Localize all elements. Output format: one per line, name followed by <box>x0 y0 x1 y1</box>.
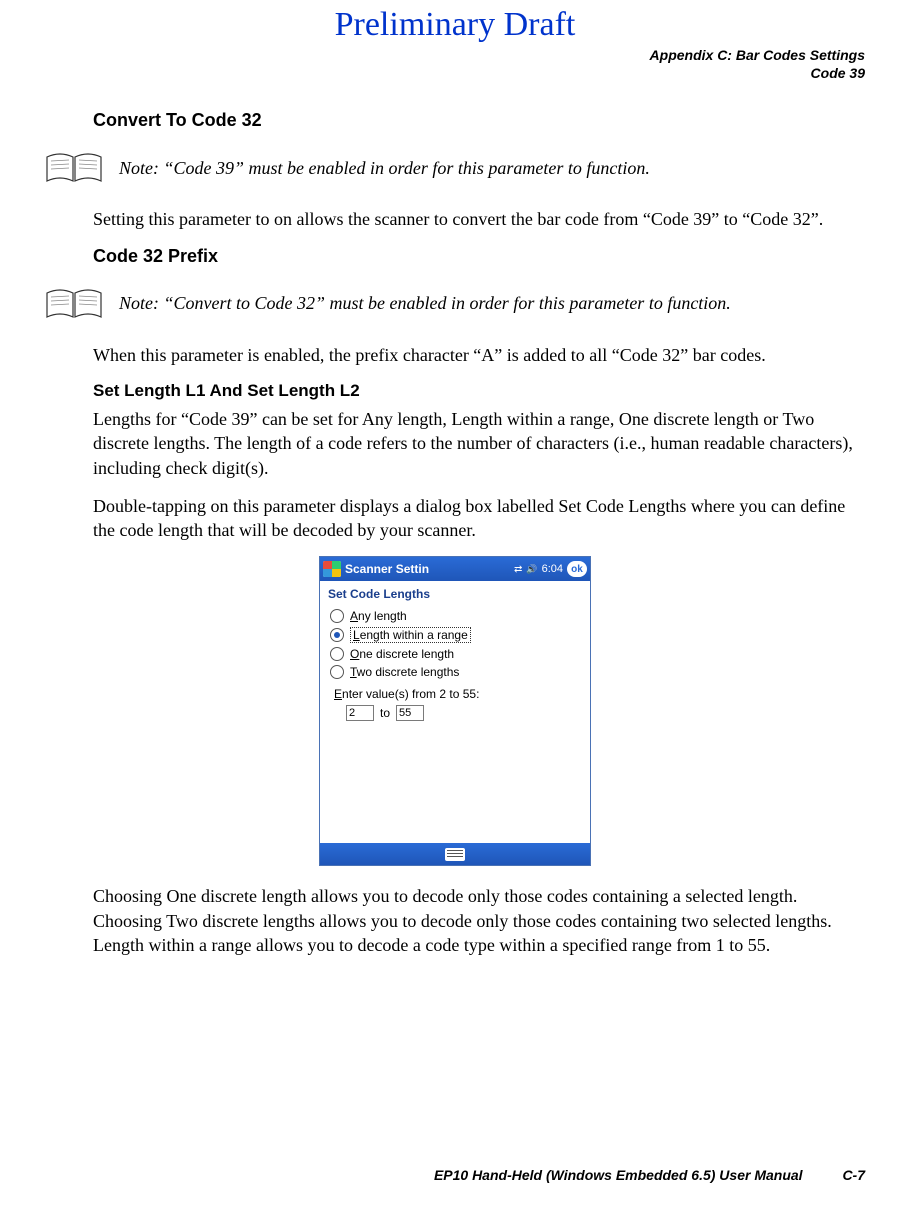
page-footer: EP10 Hand-Held (Windows Embedded 6.5) Us… <box>434 1167 865 1183</box>
radio-icon[interactable] <box>330 665 344 679</box>
ok-button[interactable]: ok <box>567 561 587 577</box>
from-value-input[interactable] <box>346 705 374 721</box>
dialog-body: Any length Length within a range One dis… <box>320 605 590 843</box>
section-prefix-title: Code 32 Prefix <box>93 246 865 267</box>
keyboard-icon[interactable] <box>445 848 465 861</box>
connectivity-icon[interactable] <box>514 563 522 575</box>
dialog-titlebar: Scanner Settin 6:04 ok <box>320 557 590 581</box>
radio-length-range-label: ength within a range <box>360 628 468 642</box>
mnemonic-one: O <box>350 647 359 661</box>
dialog-screenshot: Scanner Settin 6:04 ok Set Code Lengths … <box>45 556 865 866</box>
radio-icon[interactable] <box>330 647 344 661</box>
note-2-text: Note: “Convert to Code 32” must be enabl… <box>119 293 731 314</box>
enter-values-rest: nter value(s) from 2 to 55: <box>342 687 479 701</box>
watermark-text: Preliminary Draft <box>45 0 865 46</box>
dialog-window-title: Scanner Settin <box>345 562 510 576</box>
mnemonic-range: L <box>353 628 360 642</box>
footer-manual-title: EP10 Hand-Held (Windows Embedded 6.5) Us… <box>434 1167 803 1183</box>
range-inputs-row: to <box>330 703 580 727</box>
header-code: Code 39 <box>45 64 865 82</box>
note-row-1: Note: “Code 39” must be enabled in order… <box>45 149 865 187</box>
prefix-body: When this parameter is enabled, the pref… <box>93 343 865 367</box>
enter-values-label: Enter value(s) from 2 to 55: <box>330 681 580 703</box>
note-2-body: “Convert to Code 32” must be enabled in … <box>164 293 731 313</box>
note-1-prefix: Note: <box>119 158 164 178</box>
note-row-2: Note: “Convert to Code 32” must be enabl… <box>45 285 865 323</box>
radio-one-discrete-label: ne discrete length <box>359 647 454 661</box>
dialog-spacer <box>330 727 580 837</box>
footer-page-number: C-7 <box>842 1167 865 1183</box>
page-header: Appendix C: Bar Codes Settings Code 39 <box>45 46 865 82</box>
header-appendix: Appendix C: Bar Codes Settings <box>45 46 865 64</box>
convert-body: Setting this parameter to on allows the … <box>93 207 865 231</box>
radio-one-discrete[interactable]: One discrete length <box>330 645 580 663</box>
dialog-status-area: 6:04 ok <box>514 561 587 577</box>
dialog-time: 6:04 <box>542 563 563 575</box>
mnemonic-two: T <box>350 665 357 679</box>
to-label: to <box>380 706 390 720</box>
length-p3: Choosing One discrete length allows you … <box>93 884 865 957</box>
length-p1: Lengths for “Code 39” can be set for Any… <box>93 407 865 480</box>
section-length-title: Set Length L1 And Set Length L2 <box>93 381 865 401</box>
radio-any-length-label: ny length <box>358 609 407 623</box>
radio-two-discrete[interactable]: Two discrete lengths <box>330 663 580 681</box>
mnemonic-any: A <box>350 609 358 623</box>
dialog-bottombar <box>320 843 590 865</box>
radio-icon-selected[interactable] <box>330 628 344 642</box>
windows-flag-icon[interactable] <box>323 561 341 577</box>
book-icon <box>45 149 105 187</box>
dialog-subtitle: Set Code Lengths <box>320 581 590 605</box>
dialog-window: Scanner Settin 6:04 ok Set Code Lengths … <box>319 556 591 866</box>
radio-length-range[interactable]: Length within a range <box>330 625 580 645</box>
speaker-icon[interactable] <box>526 563 537 575</box>
section-convert-title: Convert To Code 32 <box>93 110 865 131</box>
note-1-body: “Code 39” must be enabled in order for t… <box>164 158 650 178</box>
book-icon <box>45 285 105 323</box>
note-2-prefix: Note: <box>119 293 164 313</box>
to-value-input[interactable] <box>396 705 424 721</box>
radio-two-discrete-label: wo discrete lengths <box>357 665 460 679</box>
radio-icon[interactable] <box>330 609 344 623</box>
mnemonic-enter: E <box>334 687 342 701</box>
length-p2: Double-tapping on this parameter display… <box>93 494 865 543</box>
note-1-text: Note: “Code 39” must be enabled in order… <box>119 158 650 179</box>
radio-any-length[interactable]: Any length <box>330 607 580 625</box>
